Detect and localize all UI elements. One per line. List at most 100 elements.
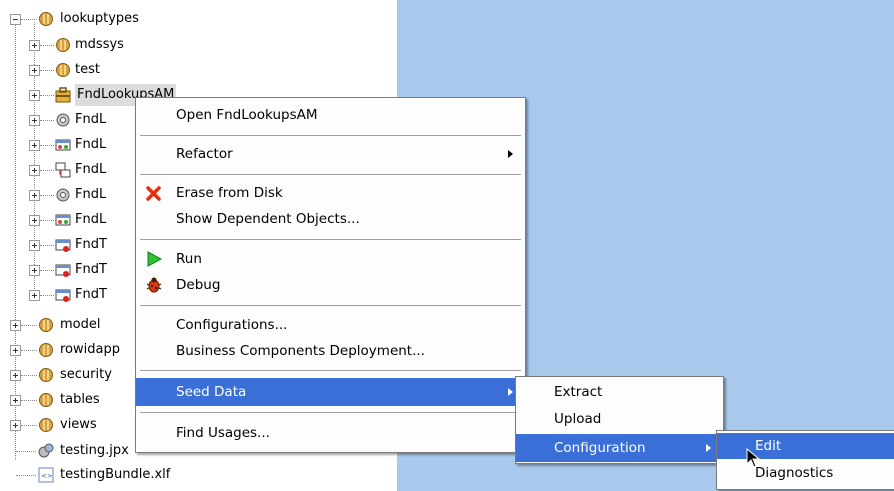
menu-item-label: Configuration <box>554 440 646 456</box>
menu-item-find-usages[interactable]: Find Usages... <box>136 420 525 446</box>
expand-icon[interactable] <box>29 190 40 201</box>
tree-item-label: tables <box>60 392 100 407</box>
menu-item-label: Extract <box>554 384 603 400</box>
expand-icon[interactable] <box>29 115 40 126</box>
tree-item-label: FndL <box>75 187 107 202</box>
package-icon <box>39 343 53 357</box>
expand-icon[interactable] <box>10 420 21 431</box>
package-icon <box>39 393 53 407</box>
menu-item-label: Refactor <box>176 146 233 162</box>
tree-item-label: FndL <box>75 112 107 127</box>
svg-text:<>: <> <box>41 472 53 480</box>
tree-item-label: lookuptypes <box>60 11 139 26</box>
collapse-icon[interactable] <box>10 14 21 25</box>
tree-item-label: security <box>60 367 112 382</box>
mouse-pointer-icon <box>746 448 760 468</box>
menu-item-refactor[interactable]: Refactor <box>136 141 525 167</box>
menu-item-upload[interactable]: Upload <box>516 406 723 432</box>
tree-item-label: rowidapp <box>60 342 120 357</box>
application-module-icon <box>55 87 71 103</box>
package-icon <box>39 318 53 332</box>
tree-item-label: FndL <box>75 162 107 177</box>
expand-icon[interactable] <box>29 165 40 176</box>
menu-item-label: Seed Data <box>176 384 247 400</box>
expand-icon[interactable] <box>29 265 40 276</box>
expand-icon[interactable] <box>29 40 40 51</box>
expand-icon[interactable] <box>29 290 40 301</box>
menu-item-open[interactable]: Open FndLookupsAM <box>136 102 525 128</box>
expand-icon[interactable] <box>10 320 21 331</box>
menu-item-extract[interactable]: Extract <box>516 379 723 405</box>
menu-separator <box>140 412 521 414</box>
menu-separator <box>140 239 521 241</box>
tree-item-mdssys[interactable]: mdssys <box>0 34 397 56</box>
expand-icon[interactable] <box>10 345 21 356</box>
menu-item-label: Diagnostics <box>755 465 834 481</box>
expand-icon[interactable] <box>29 240 40 251</box>
tree-item-label: testingBundle.xlf <box>60 467 171 482</box>
menu-item-erase-from-disk[interactable]: Erase from Disk <box>136 180 525 206</box>
submenu-arrow-icon <box>508 150 513 158</box>
menu-item-label: Configurations... <box>176 317 288 333</box>
menu-item-edit[interactable]: Edit <box>717 433 894 459</box>
menu-item-label: Debug <box>176 277 221 293</box>
seed-data-submenu: Extract Upload Configuration <box>515 376 724 464</box>
menu-item-debug[interactable]: Debug <box>136 272 525 298</box>
expand-icon[interactable] <box>10 395 21 406</box>
tree-item-label: testing.jpx <box>60 443 129 458</box>
tree-item-label: FndL <box>75 137 107 152</box>
tree-item-label: model <box>60 317 101 332</box>
menu-item-label: Run <box>176 251 202 267</box>
package-icon <box>39 418 53 432</box>
view-object-icon <box>55 139 71 151</box>
submenu-arrow-icon <box>508 388 513 396</box>
run-play-icon <box>147 251 162 267</box>
debug-bug-icon <box>146 277 162 293</box>
expand-icon[interactable] <box>29 140 40 151</box>
tree-item-test[interactable]: test <box>0 59 397 81</box>
menu-item-configurations[interactable]: Configurations... <box>136 312 525 338</box>
view-link-icon <box>55 162 71 178</box>
tree-item-label: FndL <box>75 212 107 227</box>
submenu-arrow-icon <box>706 444 711 452</box>
menu-item-label: Business Components Deployment... <box>176 343 425 359</box>
tree-item-label: views <box>60 417 97 432</box>
menu-item-bc-deployment[interactable]: Business Components Deployment... <box>136 338 525 364</box>
tree-item-label: test <box>75 62 100 77</box>
delete-x-icon <box>146 186 161 201</box>
package-icon <box>39 12 53 26</box>
menu-item-configuration[interactable]: Configuration <box>516 434 723 462</box>
expand-icon[interactable] <box>29 215 40 226</box>
package-icon <box>39 368 53 382</box>
configuration-submenu: Edit Diagnostics <box>716 430 894 490</box>
view-object-icon <box>55 214 71 226</box>
menu-item-label: Show Dependent Objects... <box>176 211 360 227</box>
menu-separator <box>140 370 521 372</box>
menu-separator <box>140 305 521 307</box>
expand-icon[interactable] <box>29 90 40 101</box>
menu-separator <box>140 174 521 176</box>
menu-item-label: Erase from Disk <box>176 185 283 201</box>
view-object-error-icon <box>55 239 71 252</box>
tree-item-label: FndT <box>75 237 107 252</box>
menu-item-label: Find Usages... <box>176 425 270 441</box>
menu-item-label: Open FndLookupsAM <box>176 107 318 123</box>
tree-item-label: FndT <box>75 262 107 277</box>
package-icon <box>56 63 70 77</box>
tree-item-label: mdssys <box>75 37 124 52</box>
tree-item-testingbundle[interactable]: <> testingBundle.xlf <box>0 464 397 486</box>
menu-item-seed-data[interactable]: Seed Data <box>136 378 525 406</box>
menu-item-run[interactable]: Run <box>136 246 525 272</box>
menu-separator <box>140 135 521 137</box>
menu-item-show-dependent-objects[interactable]: Show Dependent Objects... <box>136 206 525 232</box>
tree-item-lookuptypes[interactable]: lookuptypes <box>0 8 397 30</box>
expand-icon[interactable] <box>10 370 21 381</box>
menu-item-diagnostics[interactable]: Diagnostics <box>717 460 894 486</box>
entity-object-icon <box>56 113 70 127</box>
menu-item-label: Upload <box>554 411 602 427</box>
expand-icon[interactable] <box>29 65 40 76</box>
view-object-error-icon <box>55 264 71 277</box>
tree-item-label: FndT <box>75 287 107 302</box>
resource-bundle-icon: <> <box>38 467 54 483</box>
package-icon <box>56 38 70 52</box>
